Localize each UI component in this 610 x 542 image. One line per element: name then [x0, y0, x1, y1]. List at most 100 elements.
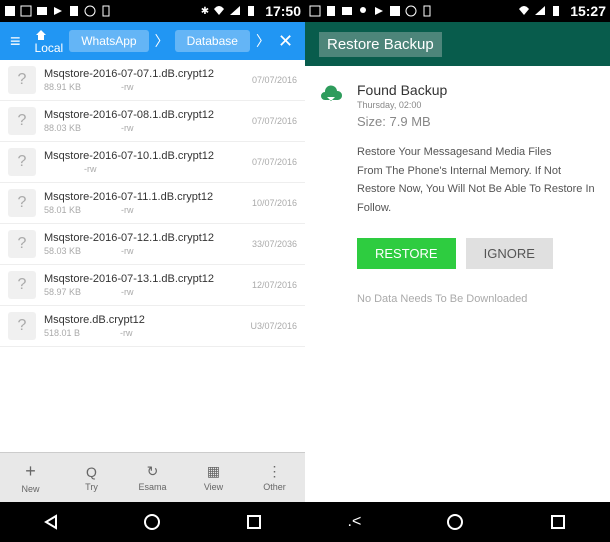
recent-button[interactable] — [245, 513, 263, 531]
clock: 15:27 — [570, 3, 606, 19]
file-manager-header: ≡ Local WhatsApp 〉 Database 〉 ✕ — [0, 22, 305, 60]
more-button[interactable]: ⋮Other — [244, 453, 305, 502]
app-icon — [309, 5, 321, 17]
refresh-button[interactable]: ↻Esama — [122, 453, 183, 502]
more-icon: ⋮ — [268, 463, 282, 480]
recent-button[interactable] — [549, 513, 567, 531]
search-button[interactable]: QTry — [61, 453, 122, 502]
status-icons-left — [4, 5, 112, 17]
file-name: Msqstore-2016-07-08.1.dB.crypt12 — [44, 109, 252, 121]
battery-icon — [245, 5, 257, 17]
play-icon — [373, 5, 385, 17]
clock: 17:50 — [265, 3, 301, 19]
backup-date: Thursday, 02:00 — [357, 100, 447, 110]
breadcrumb: Local WhatsApp 〉 Database 〉 — [35, 27, 270, 55]
file-name: Msqstore-2016-07-11.1.dB.crypt12 — [44, 191, 252, 203]
file-name: Msqstore.dB.crypt12 — [44, 314, 250, 326]
file-name: Msqstore-2016-07-10.1.dB.crypt12 — [44, 150, 252, 162]
plus-icon: + — [25, 461, 36, 482]
app-icon — [20, 5, 32, 17]
app-icon — [421, 5, 433, 17]
status-bar: ✱ 17:50 — [0, 0, 305, 22]
file-name: Msqstore-2016-07-07.1.dB.crypt12 — [44, 68, 252, 80]
breadcrumb-database[interactable]: Database — [175, 30, 250, 52]
search-icon: Q — [86, 464, 97, 480]
status-bar: 15:27 — [305, 0, 610, 22]
file-name: Msqstore-2016-07-13.1.dB.crypt12 — [44, 273, 252, 285]
restore-description: Restore Your Messagesand Media Files Fro… — [357, 143, 596, 218]
signal-icon — [534, 5, 546, 17]
found-backup-title: Found Backup — [357, 82, 447, 98]
home-button[interactable] — [446, 513, 464, 531]
app-icon — [389, 5, 401, 17]
app-icon — [4, 5, 16, 17]
status-icons-right: ✱ 17:50 — [201, 3, 301, 19]
new-button[interactable]: +New — [0, 453, 61, 502]
wifi-icon — [518, 5, 530, 17]
mail-icon — [341, 5, 353, 17]
file-icon: ? — [8, 107, 36, 135]
back-button[interactable]: .< — [348, 513, 362, 531]
file-date: 33/07/2036 — [252, 239, 297, 249]
file-name: Msqstore-2016-07-12.1.dB.crypt12 — [44, 232, 252, 244]
file-icon: ? — [8, 148, 36, 176]
right-phone: 15:27 Restore Backup Found Backup Thursd… — [305, 0, 610, 542]
file-date: U3/07/2016 — [250, 321, 297, 331]
file-icon: ? — [8, 189, 36, 217]
app-icon — [325, 5, 337, 17]
file-icon: ? — [8, 312, 36, 340]
restore-button[interactable]: RESTORE — [357, 238, 456, 269]
close-icon[interactable]: ✕ — [270, 31, 301, 52]
file-icon: ? — [8, 230, 36, 258]
file-item[interactable]: ? Msqstore-2016-07-10.1.dB.crypt12 -rw 0… — [0, 142, 305, 183]
left-phone: ✱ 17:50 ≡ Local WhatsApp 〉 Database 〉 ✕ … — [0, 0, 305, 542]
file-item[interactable]: ? Msqstore-2016-07-08.1.dB.crypt12 88.03… — [0, 101, 305, 142]
whatsapp-header: Restore Backup — [305, 22, 610, 66]
back-button[interactable] — [42, 513, 60, 531]
backup-size: Size: 7.9 MB — [357, 114, 447, 129]
chevron-right-icon: 〉 — [256, 31, 270, 51]
file-icon: ? — [8, 271, 36, 299]
grid-icon: ▦ — [207, 463, 220, 480]
file-date: 07/07/2016 — [252, 116, 297, 126]
play-icon — [52, 5, 64, 17]
refresh-icon: ↻ — [147, 463, 159, 480]
chevron-right-icon: 〉 — [155, 31, 169, 51]
signal-icon — [229, 5, 241, 17]
file-item[interactable]: ? Msqstore.dB.crypt12 518.01 B-rw U3/07/… — [0, 306, 305, 347]
bluetooth-icon: ✱ — [201, 6, 209, 17]
page-title: Restore Backup — [319, 32, 442, 57]
file-item[interactable]: ? Msqstore-2016-07-07.1.dB.crypt12 88.91… — [0, 60, 305, 101]
android-navbar: .< — [305, 502, 610, 542]
backup-content: Found Backup Thursday, 02:00 Size: 7.9 M… — [305, 66, 610, 502]
file-list[interactable]: ? Msqstore-2016-07-07.1.dB.crypt12 88.91… — [0, 60, 305, 452]
mail-icon — [36, 5, 48, 17]
app-icon — [100, 5, 112, 17]
file-icon: ? — [8, 66, 36, 94]
view-button[interactable]: ▦View — [183, 453, 244, 502]
file-date: 12/07/2016 — [252, 280, 297, 290]
bottom-toolbar: +New QTry ↻Esama ▦View ⋮Other — [0, 452, 305, 502]
status-icons-left — [309, 5, 433, 17]
file-item[interactable]: ? Msqstore-2016-07-12.1.dB.crypt12 58.03… — [0, 224, 305, 265]
location-icon — [357, 5, 369, 17]
ignore-button[interactable]: IGNORE — [466, 238, 553, 269]
file-date: 07/07/2016 — [252, 75, 297, 85]
file-item[interactable]: ? Msqstore-2016-07-13.1.dB.crypt12 58.97… — [0, 265, 305, 306]
breadcrumb-local[interactable]: Local — [35, 27, 64, 55]
no-data-text: No Data Needs To Be Downloaded — [357, 293, 596, 305]
menu-icon[interactable]: ≡ — [4, 31, 27, 52]
cloud-download-icon — [319, 82, 343, 106]
app-icon — [84, 5, 96, 17]
status-icons-right: 15:27 — [518, 3, 606, 19]
file-date: 07/07/2016 — [252, 157, 297, 167]
wifi-icon — [213, 5, 225, 17]
battery-icon — [550, 5, 562, 17]
file-date: 10/07/2016 — [252, 198, 297, 208]
home-icon — [35, 29, 47, 41]
file-item[interactable]: ? Msqstore-2016-07-11.1.dB.crypt12 58.01… — [0, 183, 305, 224]
home-button[interactable] — [143, 513, 161, 531]
app-icon — [405, 5, 417, 17]
breadcrumb-whatsapp[interactable]: WhatsApp — [69, 30, 148, 52]
android-navbar — [0, 502, 305, 542]
